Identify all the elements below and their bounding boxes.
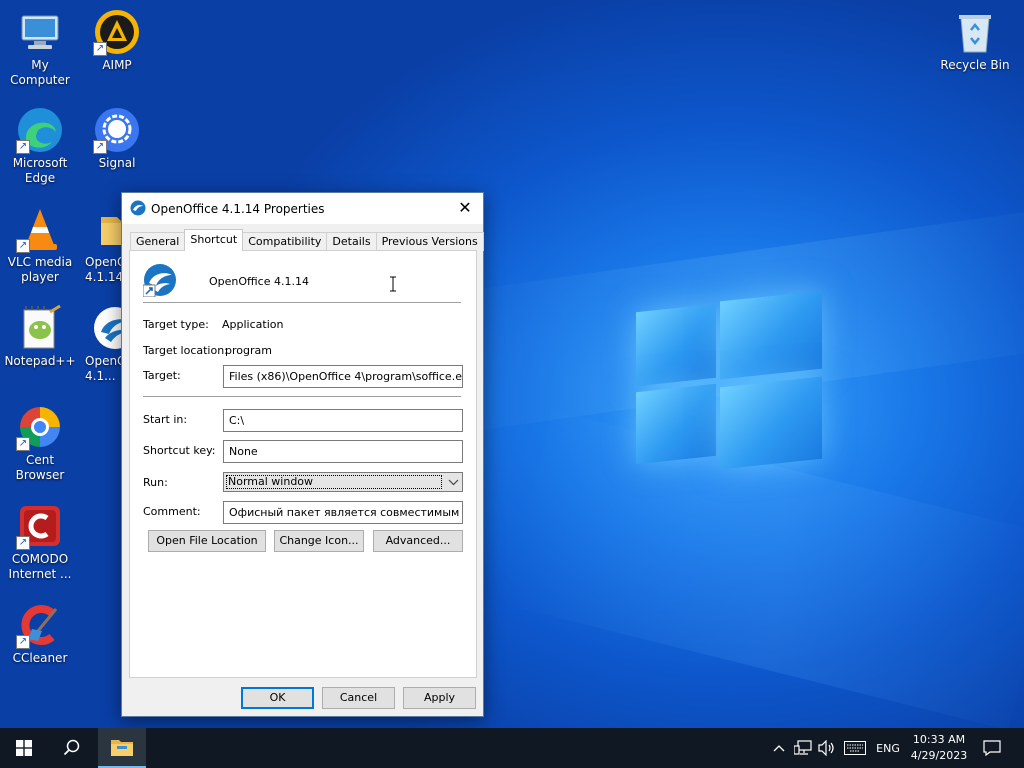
aimp-icon: ↗ [93,8,141,56]
comment-input[interactable]: Офисный пакет является совместимым с отк… [223,501,463,524]
icon-label: OpenOffice 4.1... [85,354,121,383]
network-button[interactable] [792,728,814,768]
computer-icon [16,8,64,56]
chevron-up-icon [773,745,785,752]
icon-label: My Computer [10,58,70,87]
volume-button[interactable] [816,728,838,768]
speaker-icon [818,740,834,756]
advanced-button[interactable]: Advanced... [373,530,463,552]
shortcut-key-label: Shortcut key: [143,444,216,457]
target-location-label: Target location: [143,344,228,357]
windows-start-icon [16,740,32,756]
action-center-button[interactable] [976,728,1008,768]
edge-icon: ↗ [16,106,64,154]
clock[interactable]: 10:33 AM 4/29/2023 [906,728,972,768]
ok-button[interactable]: OK [241,687,314,709]
desktop-icon-edge[interactable]: ↗ Microsoft Edge [0,106,80,186]
icon-label: COMODO Internet ... [8,552,72,581]
desktop-icon-cent-browser[interactable]: ↗ Cent Browser [0,403,80,483]
icon-label: Recycle Bin [940,58,1010,72]
comodo-icon: ↗ [16,502,64,550]
run-select[interactable]: Normal window [223,472,463,492]
target-location-value: program [225,344,272,357]
icon-label: VLC media player [7,255,73,284]
clock-date: 4/29/2023 [910,749,968,762]
run-label: Run: [143,476,168,489]
dialog-title: OpenOffice 4.1.14 Properties [151,202,325,216]
cancel-button[interactable]: Cancel [322,687,395,709]
close-icon: ✕ [458,198,472,217]
target-type-label: Target type: [143,318,209,331]
desktop-icon-aimp[interactable]: ↗ AIMP [77,8,157,73]
tab-shortcut[interactable]: Shortcut [184,229,244,251]
tab-previous-versions[interactable]: Previous Versions [375,232,484,251]
close-button[interactable]: ✕ [455,198,475,218]
tab-compatibility[interactable]: Compatibility [242,232,328,251]
language-indicator[interactable]: ENG [872,728,904,768]
desktop-icon-signal[interactable]: ↗ Signal [77,106,157,171]
windows-wallpaper-logo [636,290,822,470]
tab-details[interactable]: Details [326,232,377,251]
desktop-icon-comodo[interactable]: ↗ COMODO Internet ... [0,502,80,582]
keyboard-icon [844,741,866,755]
desktop-icon-ccleaner[interactable]: ↗ CCleaner [0,601,80,666]
tab-general[interactable]: General [130,232,186,251]
taskbar: ENG 10:33 AM 4/29/2023 [0,728,1024,768]
folder-icon [111,740,133,756]
shortcut-panel: OpenOffice 4.1.14 Target type: Applicati… [129,250,477,678]
dialog-titlebar[interactable]: OpenOffice 4.1.14 Properties ✕ [122,193,483,224]
properties-dialog: OpenOffice 4.1.14 Properties ✕ General S… [121,192,484,717]
start-button[interactable] [0,728,48,768]
desktop-icon-openoffice[interactable]: OpenOffice 4.1... [77,304,121,384]
icon-label: Notepad++ [4,354,76,368]
desktop-icon-openoffice-folder[interactable]: OpenOffice 4.1.14 ... [77,205,121,285]
notepadpp-icon [16,304,64,352]
openoffice-icon [91,304,121,352]
divider [143,302,461,303]
show-hidden-icons-button[interactable] [770,728,788,768]
openoffice-icon [130,200,146,219]
tab-strip: General Shortcut Compatibility Details P… [130,229,484,251]
touch-keyboard-button[interactable] [842,728,868,768]
recycle-bin-icon [951,8,999,56]
icon-label: CCleaner [12,651,68,665]
desktop-icon-recycle-bin[interactable]: Recycle Bin [935,8,1015,73]
network-icon [794,740,812,755]
icon-label: Signal [98,156,136,170]
search-icon [63,739,80,756]
desktop-icon-notepadpp[interactable]: Notepad++ [0,304,80,369]
notification-icon [983,740,1001,756]
icon-label: OpenOffice 4.1.14 ... [85,255,121,284]
vlc-icon: ↗ [16,205,64,253]
run-select-value: Normal window [226,475,442,489]
desktop-icon-my-computer[interactable]: My Computer [0,8,80,88]
text-cursor-icon [389,276,397,295]
comment-label: Comment: [143,505,201,518]
icon-label: Cent Browser [15,453,65,482]
start-in-input[interactable]: C:\ [223,409,463,432]
file-explorer-taskbar-button[interactable] [98,728,146,768]
apply-button[interactable]: Apply [403,687,476,709]
icon-label: AIMP [102,58,132,72]
target-type-value: Application [222,318,284,331]
openoffice-icon [142,263,177,298]
search-button[interactable] [48,728,96,768]
target-label: Target: [143,369,181,382]
folder-icon [97,205,121,253]
divider [143,396,461,397]
icon-label: Microsoft Edge [12,156,68,185]
change-icon-button[interactable]: Change Icon... [274,530,364,552]
app-name: OpenOffice 4.1.14 [209,275,309,288]
signal-icon: ↗ [93,106,141,154]
ccleaner-icon: ↗ [16,601,64,649]
target-input[interactable]: Files (x86)\OpenOffice 4\program\soffice… [223,365,463,388]
open-file-location-button[interactable]: Open File Location [148,530,266,552]
chevron-down-icon [448,474,459,493]
start-in-label: Start in: [143,413,188,426]
shortcut-key-input[interactable]: None [223,440,463,463]
desktop-icon-vlc[interactable]: ↗ VLC media player [0,205,80,285]
clock-time: 10:33 AM [912,733,966,746]
centbrowser-icon: ↗ [16,403,64,451]
